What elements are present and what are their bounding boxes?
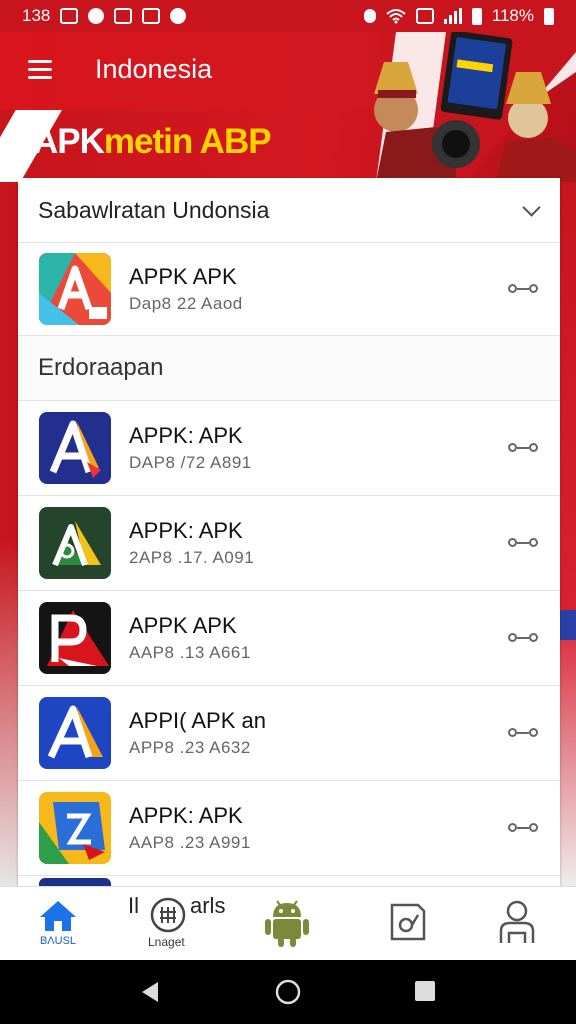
banner-hero-illustration bbox=[374, 32, 576, 182]
link-icon[interactable] bbox=[508, 726, 538, 740]
apk-list-card: Sabawlratan Undonsia APPK APK Dap8 22 Aa… bbox=[18, 178, 560, 886]
battery-small-icon bbox=[471, 7, 482, 25]
nav-apps-label: Lnaget bbox=[148, 935, 185, 949]
app-icon bbox=[39, 602, 111, 674]
nav-files[interactable] bbox=[388, 887, 428, 961]
item-title: APPK APK bbox=[129, 264, 237, 289]
status-left: 138 bbox=[22, 6, 187, 26]
item-subtitle: DAP8 /72 A891 bbox=[129, 453, 252, 472]
subsection-title: Erdoraapan bbox=[18, 336, 560, 401]
item-title: APPK: APK bbox=[129, 803, 243, 828]
list-item[interactable]: APPK: APK AAP8 .23 A991 bbox=[18, 781, 560, 876]
status-time: 138 bbox=[22, 6, 51, 25]
list-item[interactable]: APPI( APK an APP8 .23 A632 bbox=[18, 686, 560, 781]
notification-icon bbox=[60, 8, 79, 24]
menu-icon[interactable] bbox=[28, 60, 52, 80]
app-icon bbox=[39, 792, 111, 864]
item-subtitle: AAP8 .13 A661 bbox=[129, 643, 251, 662]
app-icon bbox=[39, 412, 111, 484]
list-item[interactable]: APPK APK AAP8 .13 A661 bbox=[18, 591, 560, 686]
app-title: Indonesia bbox=[95, 54, 213, 84]
file-music-icon bbox=[390, 903, 426, 941]
link-icon[interactable] bbox=[508, 631, 538, 645]
item-title: APPK APK bbox=[129, 613, 237, 638]
signal-icon bbox=[443, 8, 462, 24]
status-bar: 138 118% bbox=[0, 0, 576, 32]
hotspot-icon bbox=[415, 8, 434, 24]
android-icon bbox=[265, 900, 309, 947]
nav-home[interactable]: ΒΛUSL bbox=[34, 887, 82, 961]
app-icon bbox=[39, 878, 111, 886]
notification-icon bbox=[88, 8, 105, 24]
nav-apps[interactable]: Il arls Lnaget bbox=[128, 887, 225, 961]
banner-title-part2: metin ABP bbox=[103, 122, 272, 161]
item-subtitle: Dap8 22 Aaod bbox=[129, 294, 243, 313]
item-subtitle: APP8 .23 A632 bbox=[129, 738, 251, 757]
grid-icon bbox=[150, 897, 186, 933]
nav-caption-left: Il bbox=[128, 893, 139, 918]
item-subtitle: AAP8 .23 A991 bbox=[129, 833, 251, 852]
item-title: APPK: APK bbox=[129, 423, 243, 448]
app-icon bbox=[39, 253, 111, 325]
notification-icon bbox=[114, 8, 133, 24]
status-right: 118% bbox=[363, 6, 554, 26]
bottom-navigation: ΒΛUSL Il arls Lnaget bbox=[0, 886, 576, 961]
section-title: Sabawlratan Undonsia bbox=[38, 196, 270, 223]
banner-title: APKmetin ABP bbox=[33, 122, 272, 162]
item-title: APPK: APK bbox=[129, 518, 243, 543]
app-icon bbox=[39, 697, 111, 769]
notification-icon bbox=[170, 8, 187, 24]
background-left bbox=[0, 182, 18, 892]
nav-caption-right: arls bbox=[190, 893, 226, 918]
home-icon bbox=[40, 901, 76, 931]
chevron-down-icon[interactable] bbox=[522, 197, 541, 217]
item-title: APPI( APK an bbox=[129, 708, 266, 733]
back-icon[interactable] bbox=[140, 980, 160, 1004]
vibrate-icon bbox=[363, 9, 376, 23]
link-icon[interactable] bbox=[508, 821, 538, 835]
home-button-icon[interactable] bbox=[274, 978, 302, 1006]
gallery-icon bbox=[142, 8, 161, 24]
app-icon bbox=[39, 507, 111, 579]
profile-icon bbox=[499, 900, 535, 943]
item-subtitle: 2AP8 .17. A091 bbox=[129, 548, 255, 567]
link-icon[interactable] bbox=[508, 441, 538, 455]
nav-android[interactable] bbox=[264, 887, 310, 961]
banner-title-part1: APK bbox=[33, 122, 105, 161]
battery-icon bbox=[544, 7, 554, 25]
wifi-icon bbox=[386, 9, 406, 24]
background-accent bbox=[560, 610, 576, 640]
background-right bbox=[560, 182, 576, 892]
list-item[interactable]: APPK: APK DAP8 /72 A891 bbox=[18, 401, 560, 496]
recents-icon[interactable] bbox=[414, 980, 436, 1002]
link-icon[interactable] bbox=[508, 536, 538, 550]
system-navigation-bar bbox=[0, 960, 576, 1024]
nav-home-label: ΒΛUSL bbox=[39, 935, 77, 947]
link-icon[interactable] bbox=[508, 282, 538, 296]
section-header[interactable]: Sabawlratan Undonsia bbox=[18, 178, 560, 243]
list-item[interactable]: APPK APK Dap8 22 Aaod bbox=[18, 243, 560, 336]
list-item[interactable]: APPK: APK 2AP8 .17. A091 bbox=[18, 496, 560, 591]
nav-profile[interactable] bbox=[498, 887, 536, 961]
battery-text: 118% bbox=[491, 6, 534, 25]
